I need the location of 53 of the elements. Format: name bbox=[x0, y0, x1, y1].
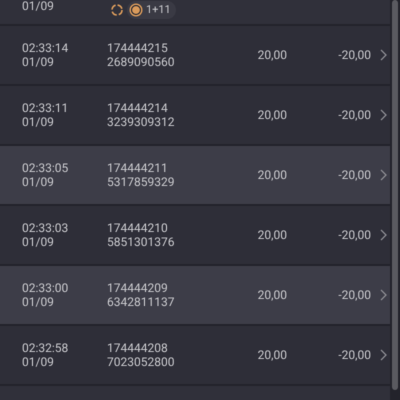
table-row[interactable]: 01/09 1+11 bbox=[0, 0, 390, 24]
id-text: 3239309312 bbox=[107, 115, 176, 129]
total-text: -20,00 bbox=[338, 288, 371, 302]
chevron-icon bbox=[380, 169, 387, 181]
id-text: 7023052800 bbox=[107, 355, 176, 369]
table-row[interactable]: 02:33:00 01/09 174444209 6342811137 20,00 -20,00 bbox=[0, 266, 390, 324]
time-text: 02:33:14 bbox=[22, 41, 70, 55]
date-text: 01/09 bbox=[22, 295, 55, 309]
id-text: 174444210 bbox=[107, 221, 169, 235]
date-text: 01/09 bbox=[22, 355, 55, 369]
total-text: -20,00 bbox=[338, 48, 371, 62]
amount-text: 20,00 bbox=[258, 168, 287, 182]
id-text: 174444211 bbox=[107, 161, 169, 175]
refresh-icon bbox=[110, 3, 124, 17]
id-text: 5317859329 bbox=[107, 175, 176, 189]
time-text: 02:33:03 bbox=[22, 221, 70, 235]
table-row[interactable]: 02:33:03 01/09 174444210 5851301376 20,00 -20,00 bbox=[0, 206, 390, 264]
chevron-icon bbox=[380, 349, 387, 361]
chevron-icon bbox=[380, 109, 387, 121]
chevron-icon bbox=[380, 229, 387, 241]
time-text: 02:33:00 bbox=[22, 281, 70, 295]
amount-text: 20,00 bbox=[258, 228, 287, 242]
date-text: 01/09 bbox=[22, 115, 55, 129]
table-row[interactable]: 02:32:58 01/09 174444208 7023052800 20,00 -20,00 bbox=[0, 326, 390, 384]
total-text: -20,00 bbox=[338, 108, 371, 122]
id-text: 5851301376 bbox=[107, 235, 176, 249]
total-text: -20,00 bbox=[338, 168, 371, 182]
table-row[interactable]: 02:33:14 01/09 174444215 2689090560 20,00 -20,00 bbox=[0, 26, 390, 84]
id-text: 174444208 bbox=[107, 341, 169, 355]
date-text: 01/09 bbox=[22, 55, 55, 69]
amount-text: 20,00 bbox=[258, 348, 287, 362]
table-row[interactable]: 02:33:05 01/09 174444211 5317859329 20,00 -20,00 bbox=[0, 146, 390, 204]
id-text: 2689090560 bbox=[107, 55, 176, 69]
total-text: -20,00 bbox=[338, 228, 371, 242]
id-text: 174444214 bbox=[107, 101, 169, 115]
chevron-icon bbox=[380, 49, 387, 61]
table-row[interactable]: 02:33:11 01/09 174444214 3239309312 20,00 -20,00 bbox=[0, 86, 390, 144]
time-text: 02:33:11 bbox=[22, 101, 70, 115]
amount-text: 20,00 bbox=[258, 48, 287, 62]
time-text: 02:33:05 bbox=[22, 161, 70, 175]
table-cell: 01/09 bbox=[22, 0, 54, 13]
id-text: 6342811137 bbox=[107, 295, 176, 309]
id-text: 174444215 bbox=[107, 41, 169, 55]
scrollbar[interactable] bbox=[392, 0, 398, 390]
time-text: 02:32:58 bbox=[22, 341, 70, 355]
total-text: -20,00 bbox=[338, 348, 371, 362]
chevron-icon bbox=[380, 289, 387, 301]
badge: 1+11 bbox=[126, 1, 176, 19]
amount-text: 20,00 bbox=[258, 288, 287, 302]
date-text: 01/09 bbox=[22, 235, 55, 249]
amount-text: 20,00 bbox=[258, 108, 287, 122]
date-text: 01/09 bbox=[22, 175, 55, 189]
id-text: 174444209 bbox=[107, 281, 169, 295]
